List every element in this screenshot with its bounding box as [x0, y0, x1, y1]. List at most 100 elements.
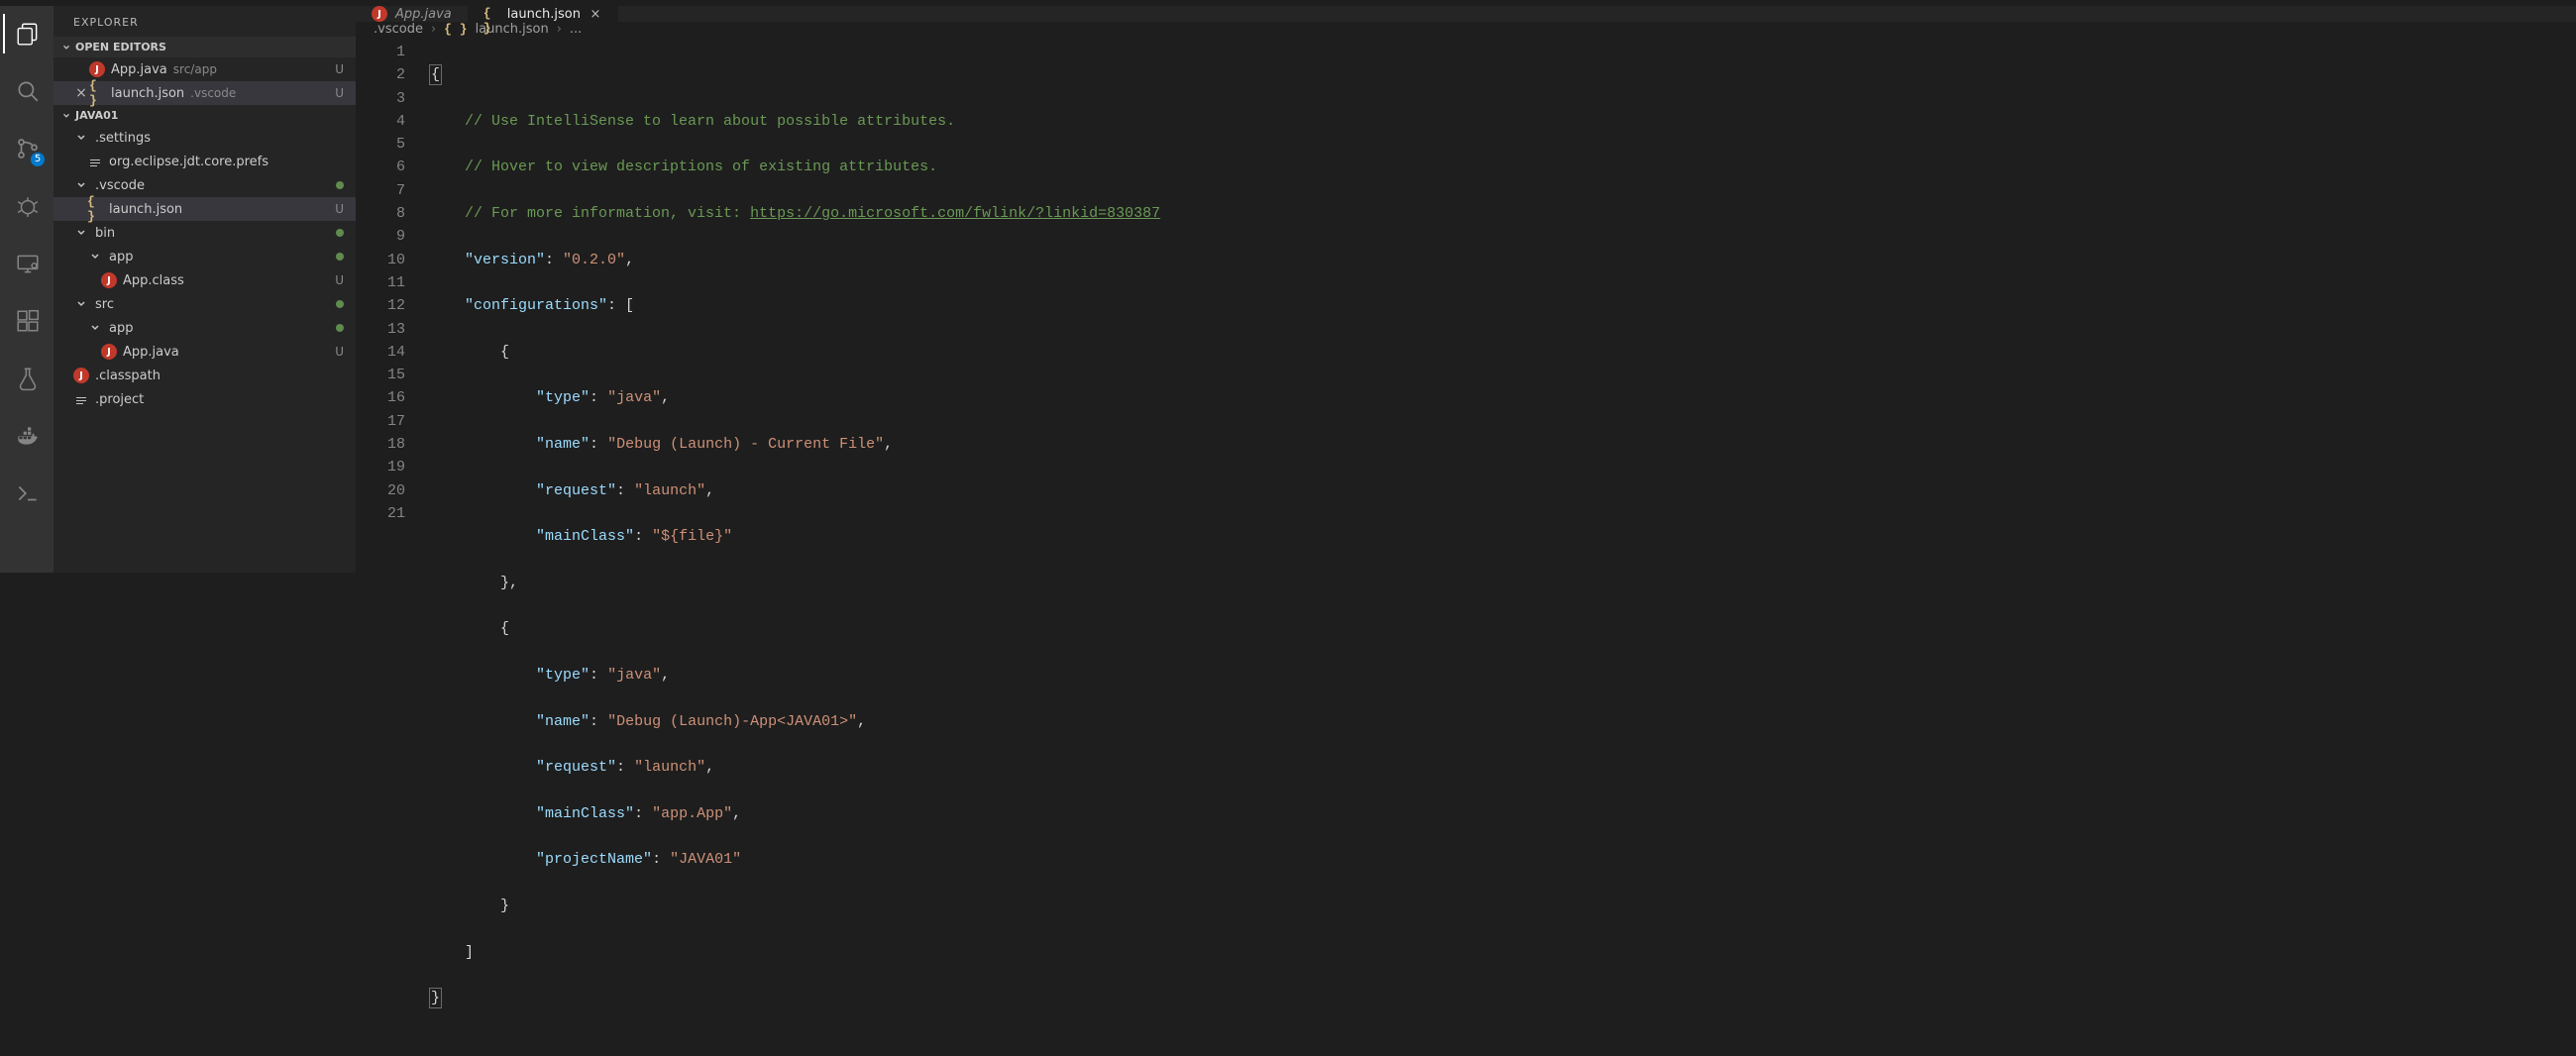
project-section[interactable]: JAVA01: [54, 105, 356, 126]
line-number: 2: [356, 63, 405, 86]
java-icon: J: [89, 61, 105, 77]
line-number: 1: [356, 41, 405, 63]
git-status: U: [330, 86, 344, 100]
breadcrumb[interactable]: .vscode › { } launch.json › ...: [356, 22, 2576, 37]
tree-label: App.class: [123, 273, 330, 288]
line-number: 14: [356, 341, 405, 364]
line-number: 18: [356, 433, 405, 456]
git-status: U: [330, 62, 344, 76]
line-number: 8: [356, 202, 405, 225]
file-icon: [88, 155, 102, 168]
code-editor[interactable]: 123456789101112131415161718192021 { // U…: [356, 37, 2576, 1056]
file-icon: [74, 392, 88, 406]
open-editor-item[interactable]: ×{ }launch.json.vscodeU: [54, 81, 356, 105]
tree-label: app: [109, 321, 330, 336]
tree-label: org.eclipse.jdt.core.prefs: [109, 155, 330, 169]
tree-item[interactable]: bin: [54, 221, 356, 245]
line-number: 20: [356, 479, 405, 502]
chevron-down-icon: [89, 322, 101, 334]
java-icon: J: [101, 344, 117, 360]
tree-label: app: [109, 250, 330, 264]
line-number: 19: [356, 456, 405, 478]
editor-tab[interactable]: { }launch.json×: [468, 6, 618, 22]
file-tree: .settings org.eclipse.jdt.core.prefs .vsco…: [54, 126, 356, 411]
tree-label: .classpath: [95, 369, 330, 383]
tab-label: launch.json: [507, 7, 581, 22]
activity-remote-icon[interactable]: [3, 244, 51, 283]
breadcrumb-seg: .vscode: [374, 22, 423, 37]
tree-label: .vscode: [95, 178, 330, 193]
activity-scm-icon[interactable]: 5: [3, 129, 51, 168]
tree-label: App.java: [123, 345, 330, 360]
breadcrumb-seg: ...: [570, 22, 582, 37]
activity-terminal-icon[interactable]: [3, 474, 51, 513]
json-icon: { }: [483, 6, 491, 36]
line-gutter: 123456789101112131415161718192021: [356, 37, 429, 1056]
json-icon: { }: [444, 22, 467, 37]
tree-item[interactable]: org.eclipse.jdt.core.prefs: [54, 150, 356, 173]
file-label: App.javasrc/app: [111, 62, 330, 77]
tree-label: .project: [95, 392, 330, 407]
line-number: 11: [356, 271, 405, 294]
tab-strip: JApp.java{ }launch.json×: [356, 6, 2576, 22]
line-number: 21: [356, 502, 405, 525]
java-icon: J: [73, 368, 89, 383]
java-icon: J: [372, 6, 387, 22]
open-editors-section[interactable]: OPEN EDITORS: [54, 37, 356, 57]
tree-label: launch.json: [109, 202, 330, 217]
sidebar-title: EXPLORER: [54, 6, 356, 37]
breadcrumb-sep: ›: [431, 22, 436, 37]
line-number: 5: [356, 133, 405, 156]
line-number: 10: [356, 249, 405, 271]
tree-item[interactable]: src: [54, 292, 356, 316]
modified-dot: [336, 229, 344, 237]
close-icon[interactable]: ×: [589, 7, 602, 21]
modified-dot: [336, 253, 344, 261]
line-number: 7: [356, 179, 405, 202]
breadcrumb-sep: ›: [557, 22, 562, 37]
chevron-down-icon: [75, 227, 87, 239]
line-number: 9: [356, 225, 405, 248]
project-label: JAVA01: [75, 109, 118, 122]
code-lines[interactable]: { // Use IntelliSense to learn about pos…: [429, 37, 2576, 1056]
tree-item[interactable]: app: [54, 245, 356, 268]
line-number: 12: [356, 294, 405, 317]
activity-debug-icon[interactable]: [3, 186, 51, 226]
tree-item[interactable]: JApp.classU: [54, 268, 356, 292]
line-number: 13: [356, 318, 405, 341]
editor-area: JApp.java{ }launch.json× .vscode › { } l…: [356, 6, 2576, 573]
tab-label: App.java: [395, 7, 452, 22]
open-editors-list: JApp.javasrc/appU×{ }launch.json.vscodeU: [54, 57, 356, 105]
activity-testing-icon[interactable]: [3, 359, 51, 398]
editor-tab[interactable]: J App.java: [356, 6, 468, 22]
chevron-down-icon: [75, 298, 87, 310]
tree-item[interactable]: .project: [54, 387, 356, 411]
modified-dot: [336, 324, 344, 332]
close-icon[interactable]: ×: [73, 85, 89, 101]
chevron-down-icon: [89, 251, 101, 263]
activity-explorer-icon[interactable]: [3, 14, 51, 53]
tree-label: src: [95, 297, 330, 312]
line-number: 4: [356, 110, 405, 133]
line-number: 16: [356, 386, 405, 409]
explorer-sidebar: EXPLORER OPEN EDITORS JApp.javasrc/appU×…: [54, 6, 356, 573]
git-status: U: [335, 202, 344, 216]
tree-item[interactable]: J App.java U: [54, 340, 356, 364]
tree-item[interactable]: app: [54, 316, 356, 340]
chevron-down-icon: [75, 132, 87, 144]
activity-docker-icon[interactable]: [3, 416, 51, 456]
git-status: U: [335, 345, 344, 359]
line-number: 17: [356, 410, 405, 433]
java-icon: J: [101, 272, 117, 288]
line-number: 3: [356, 87, 405, 110]
tree-label: .settings: [95, 131, 330, 146]
activity-bar: 5: [0, 6, 54, 573]
modified-dot: [336, 181, 344, 189]
json-icon: { }: [89, 78, 105, 108]
line-number: 6: [356, 156, 405, 178]
activity-extensions-icon[interactable]: [3, 301, 51, 341]
tree-item[interactable]: J .classpath: [54, 364, 356, 387]
activity-search-icon[interactable]: [3, 71, 51, 111]
tree-item[interactable]: .settings: [54, 126, 356, 150]
tree-item[interactable]: { }launch.jsonU: [54, 197, 356, 221]
